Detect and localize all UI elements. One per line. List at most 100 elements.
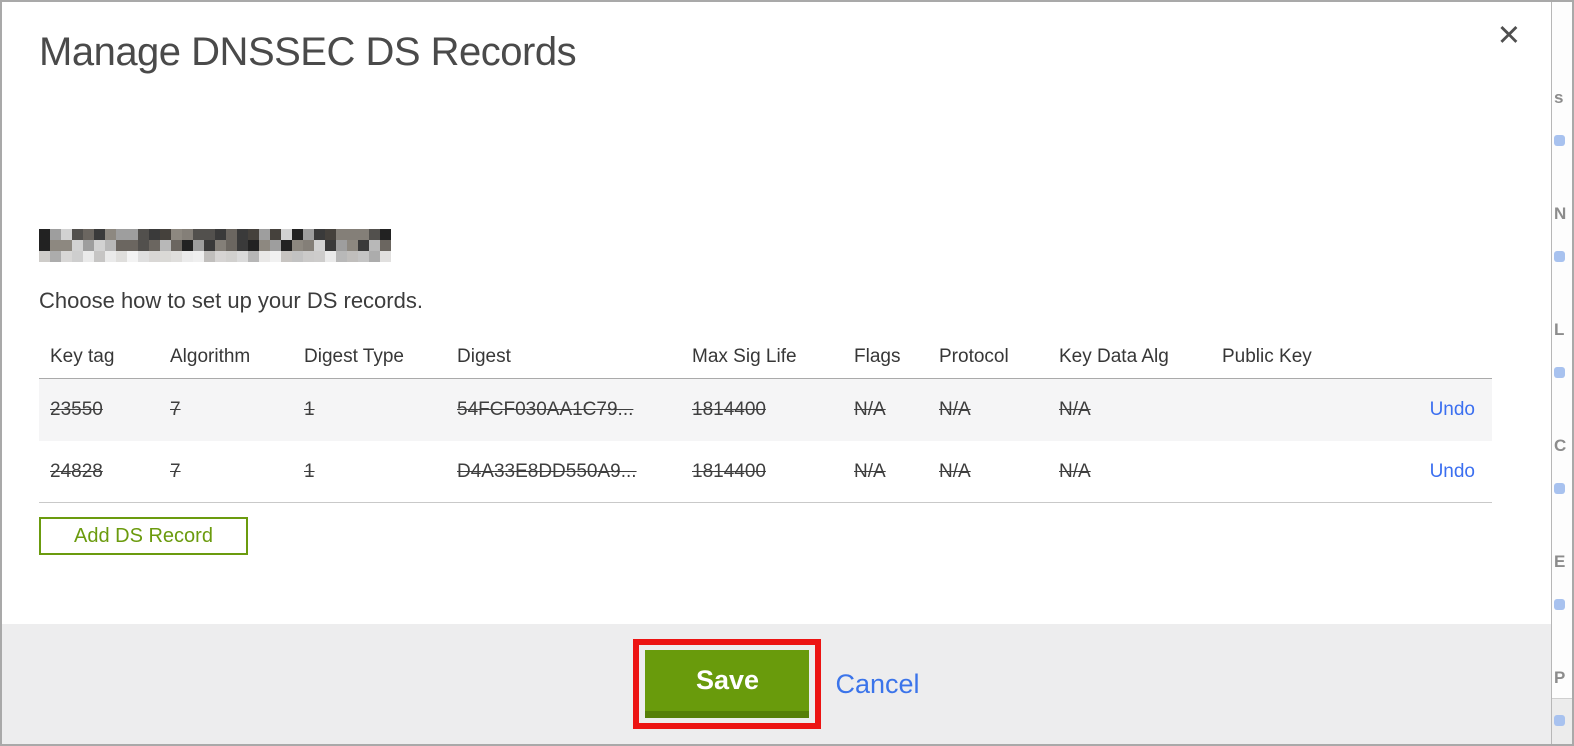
redaction-pixel [347,251,358,262]
redaction-pixel [314,251,325,262]
redaction-pixel [204,251,215,262]
redaction-pixel [50,240,61,251]
col-header-protocol: Protocol [939,346,1009,367]
cell-digest-type: 1 [304,460,315,482]
redaction-pixel [204,240,215,251]
redaction-pixel [149,240,160,251]
background-text-fragment: C [1554,436,1567,455]
redaction-pixel [314,229,325,240]
redaction-pixel [215,251,226,262]
redaction-pixel [358,229,369,240]
cell-key-tag: 24828 [50,460,103,482]
redaction-pixel [193,229,204,240]
redaction-pixel [292,229,303,240]
save-button[interactable]: Save [645,650,810,718]
cell-digest: 54FCF030AA1C79... [457,399,634,420]
redaction-pixel [281,251,292,262]
redaction-pixel [94,229,105,240]
cell-key-tag: 23550 [50,399,103,420]
redaction-pixel [193,240,204,251]
redaction-pixel [127,240,138,251]
redaction-pixel [83,240,94,251]
col-header-digest-type: Digest Type [304,346,404,367]
redaction-pixel [182,251,193,262]
col-header-key-data-alg: Key Data Alg [1059,346,1169,367]
redaction-pixel [83,229,94,240]
add-ds-record-button[interactable]: Add DS Record [39,517,248,555]
redaction-pixel [61,251,72,262]
redaction-pixel [270,251,281,262]
undo-link[interactable]: Undo [1430,461,1475,483]
redaction-pixel [281,229,292,240]
cell-digest: D4A33E8DD550A9... [457,460,637,482]
redaction-pixel [303,240,314,251]
redaction-pixel [314,240,325,251]
page-title: Manage DNSSEC DS Records [39,30,577,74]
ds-records-table: Key tag Algorithm Digest Type Digest Max… [39,336,1492,503]
table-row: 23550 7 1 54FCF030AA1C79... 1814400 N/A … [39,379,1492,441]
background-link-fragment [1554,715,1565,726]
col-header-digest: Digest [457,346,511,367]
redaction-pixel [127,251,138,262]
redaction-pixel [61,229,72,240]
cancel-link[interactable]: Cancel [835,669,919,700]
col-header-flags: Flags [854,346,901,367]
background-link-fragment [1554,367,1565,378]
cell-digest-type: 1 [304,399,315,420]
background-text-fragment: L [1554,320,1565,339]
redaction-pixel [94,240,105,251]
redaction-pixel [94,251,105,262]
redaction-pixel [127,229,138,240]
redaction-pixel [336,240,347,251]
redaction-pixel [226,229,237,240]
background-link-fragment [1554,599,1565,610]
redaction-pixel [116,229,127,240]
redaction-pixel [292,251,303,262]
redaction-pixel [116,251,127,262]
redaction-pixel [61,240,72,251]
dnssec-modal-screen: Manage DNSSEC DS Records ✕ Choose how to… [0,0,1574,746]
redaction-pixel [105,251,116,262]
redaction-pixel [171,229,182,240]
redaction-pixel [160,240,171,251]
redaction-pixel [72,251,83,262]
redaction-pixel [160,229,171,240]
background-text-fragment: P [1554,668,1566,687]
background-link-fragment [1554,251,1565,262]
cell-flags: N/A [854,460,886,482]
redaction-pixel [237,229,248,240]
redaction-pixel [358,251,369,262]
table-row: 24828 7 1 D4A33E8DD550A9... 1814400 N/A … [39,441,1492,503]
redaction-pixel [270,229,281,240]
manage-dnssec-modal: Manage DNSSEC DS Records ✕ Choose how to… [2,2,1551,744]
background-page-strip: s N L C E P [1551,2,1572,744]
background-text-fragment: s [1554,88,1564,107]
redaction-pixel [138,240,149,251]
table-header-row: Key tag Algorithm Digest Type Digest Max… [39,336,1492,379]
col-header-max-sig-life: Max Sig Life [692,346,797,367]
close-icon[interactable]: ✕ [1497,22,1521,51]
redaction-pixel [347,229,358,240]
redaction-pixel [336,229,347,240]
redaction-pixel [39,229,50,240]
redaction-pixel [182,240,193,251]
undo-link[interactable]: Undo [1430,399,1475,421]
redaction-pixel [149,251,160,262]
cell-protocol: N/A [939,399,971,420]
redaction-pixel [325,240,336,251]
redaction-pixel [380,251,391,262]
redaction-pixel [281,240,292,251]
redaction-pixel [116,240,127,251]
redaction-pixel [226,251,237,262]
redaction-pixel [248,229,259,240]
cell-flags: N/A [854,399,886,420]
redaction-pixel [226,240,237,251]
redaction-pixel [248,251,259,262]
redaction-pixel [303,229,314,240]
redaction-pixel [138,251,149,262]
redaction-pixel [248,240,259,251]
col-header-key-tag: Key tag [50,346,115,367]
redaction-pixel [50,229,61,240]
cell-protocol: N/A [939,460,971,482]
redaction-pixel [50,251,61,262]
